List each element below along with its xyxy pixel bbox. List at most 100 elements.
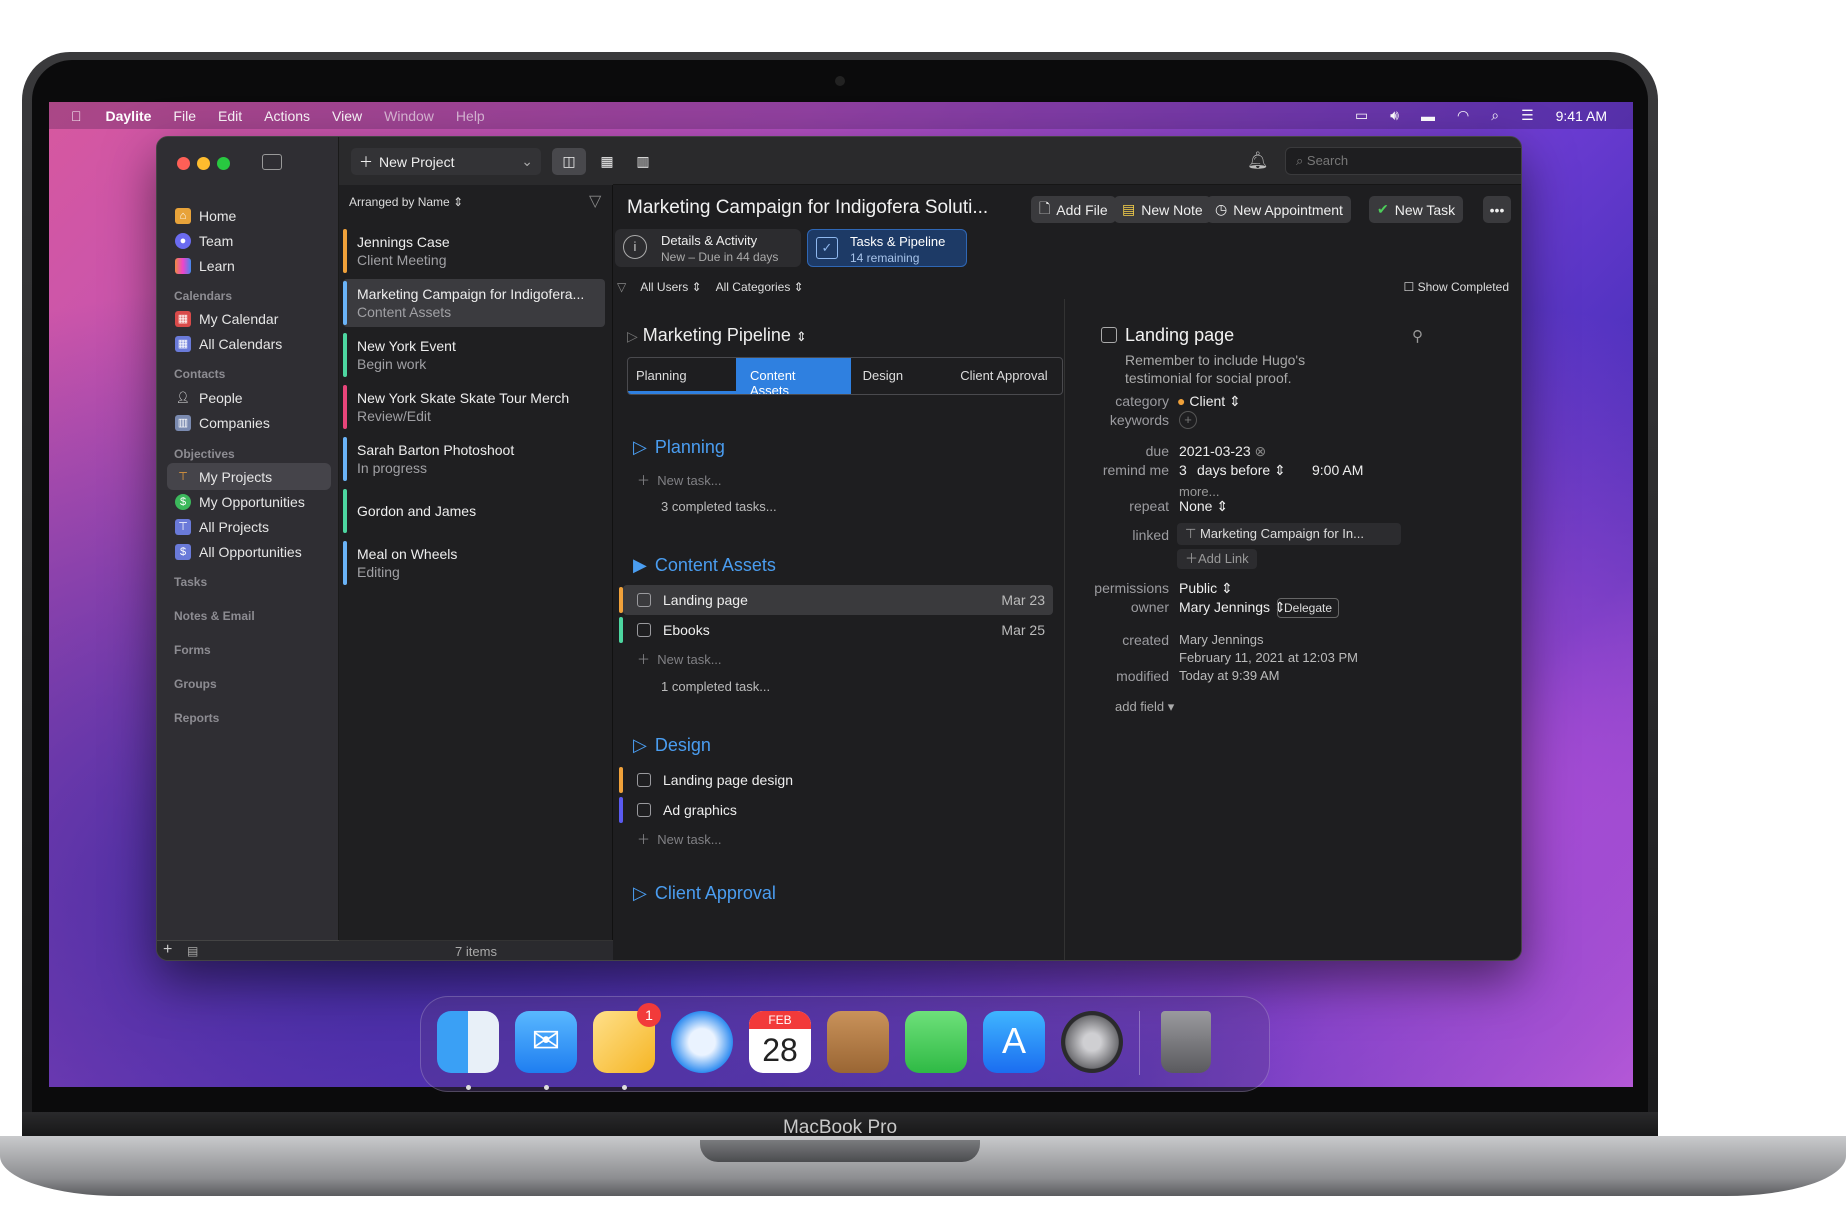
sidebar-header-forms[interactable]: Forms (174, 643, 211, 657)
contacts-icon[interactable] (827, 1011, 889, 1073)
sidebar-item-people[interactable]: 👤︎ People (167, 384, 331, 411)
table-view-icon[interactable]: ▦ (590, 148, 624, 175)
new-task-input[interactable]: ＋ New task... (637, 470, 722, 489)
users-filter[interactable]: All Users ⇕ (640, 280, 701, 294)
calendar-app-icon[interactable]: FEB 28 (749, 1011, 811, 1073)
tab-details-activity[interactable]: i Details & Activity New – Due in 44 days (615, 229, 801, 267)
section-client-approval[interactable]: ▷ Client Approval (633, 883, 776, 904)
list-item-selected[interactable]: Marketing Campaign for Indigofera... Cont… (343, 279, 605, 327)
sidebar-header-reports[interactable]: Reports (174, 711, 219, 725)
safari-icon[interactable] (671, 1011, 733, 1073)
task-checkbox[interactable] (637, 593, 651, 607)
list-item[interactable]: Gordon and James (343, 487, 605, 535)
add-link-button[interactable]: ＋Add Link (1177, 549, 1257, 569)
stage-client-approval[interactable]: Client Approval (952, 358, 1062, 394)
task-note[interactable]: Remember to include Hugo's testimonial f… (1125, 351, 1355, 387)
sidebar-item-learn[interactable]: Learn (167, 252, 331, 279)
section-design[interactable]: ▷ Design (633, 735, 711, 756)
chevron-down-icon[interactable]: ⌄ (521, 153, 533, 170)
pipeline-dropdown[interactable]: ▷ Marketing Pipeline ⇕ (627, 325, 807, 346)
task-row[interactable]: Ebooks Mar 25 (619, 615, 1053, 645)
add-field-dropdown[interactable]: add field ▾ (1115, 699, 1174, 715)
owner-dropdown[interactable]: Mary Jennings ⇕ (1179, 599, 1286, 616)
list-item[interactable]: Meal on Wheels Editing (343, 539, 605, 587)
sidebar-header-groups[interactable]: Groups (174, 677, 217, 691)
task-checkbox[interactable] (637, 803, 651, 817)
add-file-button[interactable]: 🗋 Add File (1031, 196, 1116, 223)
bell-icon[interactable]: 🔔︎ (1247, 151, 1269, 171)
new-project-button[interactable]: ＋ New Project ⌄ (351, 148, 541, 175)
list-item[interactable]: Jennings Case Client Meeting (343, 227, 605, 275)
system-settings-icon[interactable] (1061, 1011, 1123, 1073)
task-complete-checkbox[interactable] (1101, 327, 1117, 343)
battery-icon[interactable]: ▬ (1421, 108, 1435, 124)
new-task-input[interactable]: ＋ New task... (637, 649, 722, 668)
menu-actions[interactable]: Actions (264, 108, 310, 124)
stage-content-assets[interactable]: Content Assets (736, 358, 851, 394)
show-completed-checkbox[interactable]: ☐ Show Completed (1404, 280, 1509, 294)
zoom-window-button[interactable] (217, 157, 230, 170)
due-date[interactable]: 2021-03-23 ⊗ (1179, 443, 1266, 460)
split-view-icon[interactable]: ◫ (552, 148, 586, 175)
repeat-dropdown[interactable]: None ⇕ (1179, 498, 1228, 515)
pin-icon[interactable]: ⚲ (1412, 327, 1423, 345)
permissions-dropdown[interactable]: Public ⇕ (1179, 580, 1233, 597)
sidebar-item-my-projects[interactable]: ⊤ My Projects (167, 463, 331, 490)
finder-icon[interactable] (437, 1011, 499, 1073)
list-item[interactable]: Sarah Barton Photoshoot In progress (343, 435, 605, 483)
calendar-small-icon[interactable]: ▤ (187, 944, 198, 958)
section-content-assets[interactable]: ▶ Content Assets (633, 555, 776, 576)
sidebar-item-my-opportunities[interactable]: $ My Opportunities (167, 488, 331, 515)
more-icon[interactable]: ••• (1483, 196, 1511, 223)
menu-app-name[interactable]: Daylite (106, 108, 152, 124)
control-center-icon[interactable]: ☰ (1521, 107, 1534, 124)
daylite-icon[interactable]: 1 (593, 1003, 661, 1073)
section-planning[interactable]: ▷ Planning (633, 437, 725, 458)
stage-design[interactable]: Design (851, 358, 953, 394)
list-item[interactable]: New York Event Begin work (343, 331, 605, 379)
volume-icon[interactable]: 🔊︎ (1390, 107, 1399, 124)
trash-icon[interactable] (1161, 1011, 1211, 1073)
board-view-icon[interactable]: ▥ (626, 148, 660, 175)
sidebar-header-notes-email[interactable]: Notes & Email (174, 609, 255, 623)
sidebar-item-companies[interactable]: ▥ Companies (167, 409, 331, 436)
remind-unit-dropdown[interactable]: days before ⇕ (1197, 462, 1286, 479)
app-store-icon[interactable]: A (983, 1011, 1045, 1073)
completed-tasks-link[interactable]: 1 completed task... (661, 679, 770, 694)
filter-icon[interactable]: ▽ (589, 191, 601, 211)
task-title[interactable]: Landing page (1125, 325, 1234, 346)
mail-icon[interactable]: ✉ (515, 1011, 577, 1073)
remind-time[interactable]: 9:00 AM (1312, 462, 1363, 478)
completed-tasks-link[interactable]: 3 completed tasks... (661, 499, 777, 514)
task-checkbox[interactable] (637, 773, 651, 787)
sidebar-item-team[interactable]: ● Team (167, 227, 331, 254)
menu-window[interactable]: Window (384, 108, 434, 124)
menu-clock[interactable]: 9:41 AM (1556, 108, 1607, 124)
sidebar-item-home[interactable]: ⌂ Home (167, 202, 331, 229)
close-window-button[interactable] (177, 157, 190, 170)
new-task-button[interactable]: ✔ New Task (1369, 196, 1464, 223)
task-row[interactable]: Ad graphics (619, 795, 1053, 825)
tab-tasks-pipeline[interactable]: ✓ Tasks & Pipeline 14 remaining (807, 229, 967, 267)
remind-number[interactable]: 3 (1179, 462, 1187, 478)
menu-view[interactable]: View (332, 108, 362, 124)
sidebar-item-my-calendar[interactable]: ▦ My Calendar (167, 305, 331, 332)
task-checkbox[interactable] (637, 623, 651, 637)
menu-edit[interactable]: Edit (218, 108, 242, 124)
category-dropdown[interactable]: ● Client ⇕ (1177, 393, 1241, 410)
display-icon[interactable]: ▭ (1355, 107, 1368, 124)
arrange-dropdown[interactable]: Arranged by Name ⇕ (349, 195, 463, 209)
more-reminders-link[interactable]: more... (1179, 484, 1219, 499)
new-appointment-button[interactable]: ◷ New Appointment (1207, 196, 1351, 223)
minimize-window-button[interactable] (197, 157, 210, 170)
list-item[interactable]: New York Skate Skate Tour Merch Review/Ed… (343, 383, 605, 431)
sidebar-toggle-icon[interactable] (262, 154, 282, 170)
delegate-button[interactable]: Delegate (1277, 598, 1340, 618)
new-task-input[interactable]: ＋ New task... (637, 829, 722, 848)
sidebar-item-all-calendars[interactable]: ▦ All Calendars (167, 330, 331, 357)
sidebar-header-tasks[interactable]: Tasks (174, 575, 207, 589)
add-icon[interactable]: + (163, 941, 172, 959)
stage-planning[interactable]: Planning (628, 358, 737, 394)
task-row[interactable]: Landing page design (619, 765, 1053, 795)
apple-icon[interactable]:  (71, 108, 82, 124)
